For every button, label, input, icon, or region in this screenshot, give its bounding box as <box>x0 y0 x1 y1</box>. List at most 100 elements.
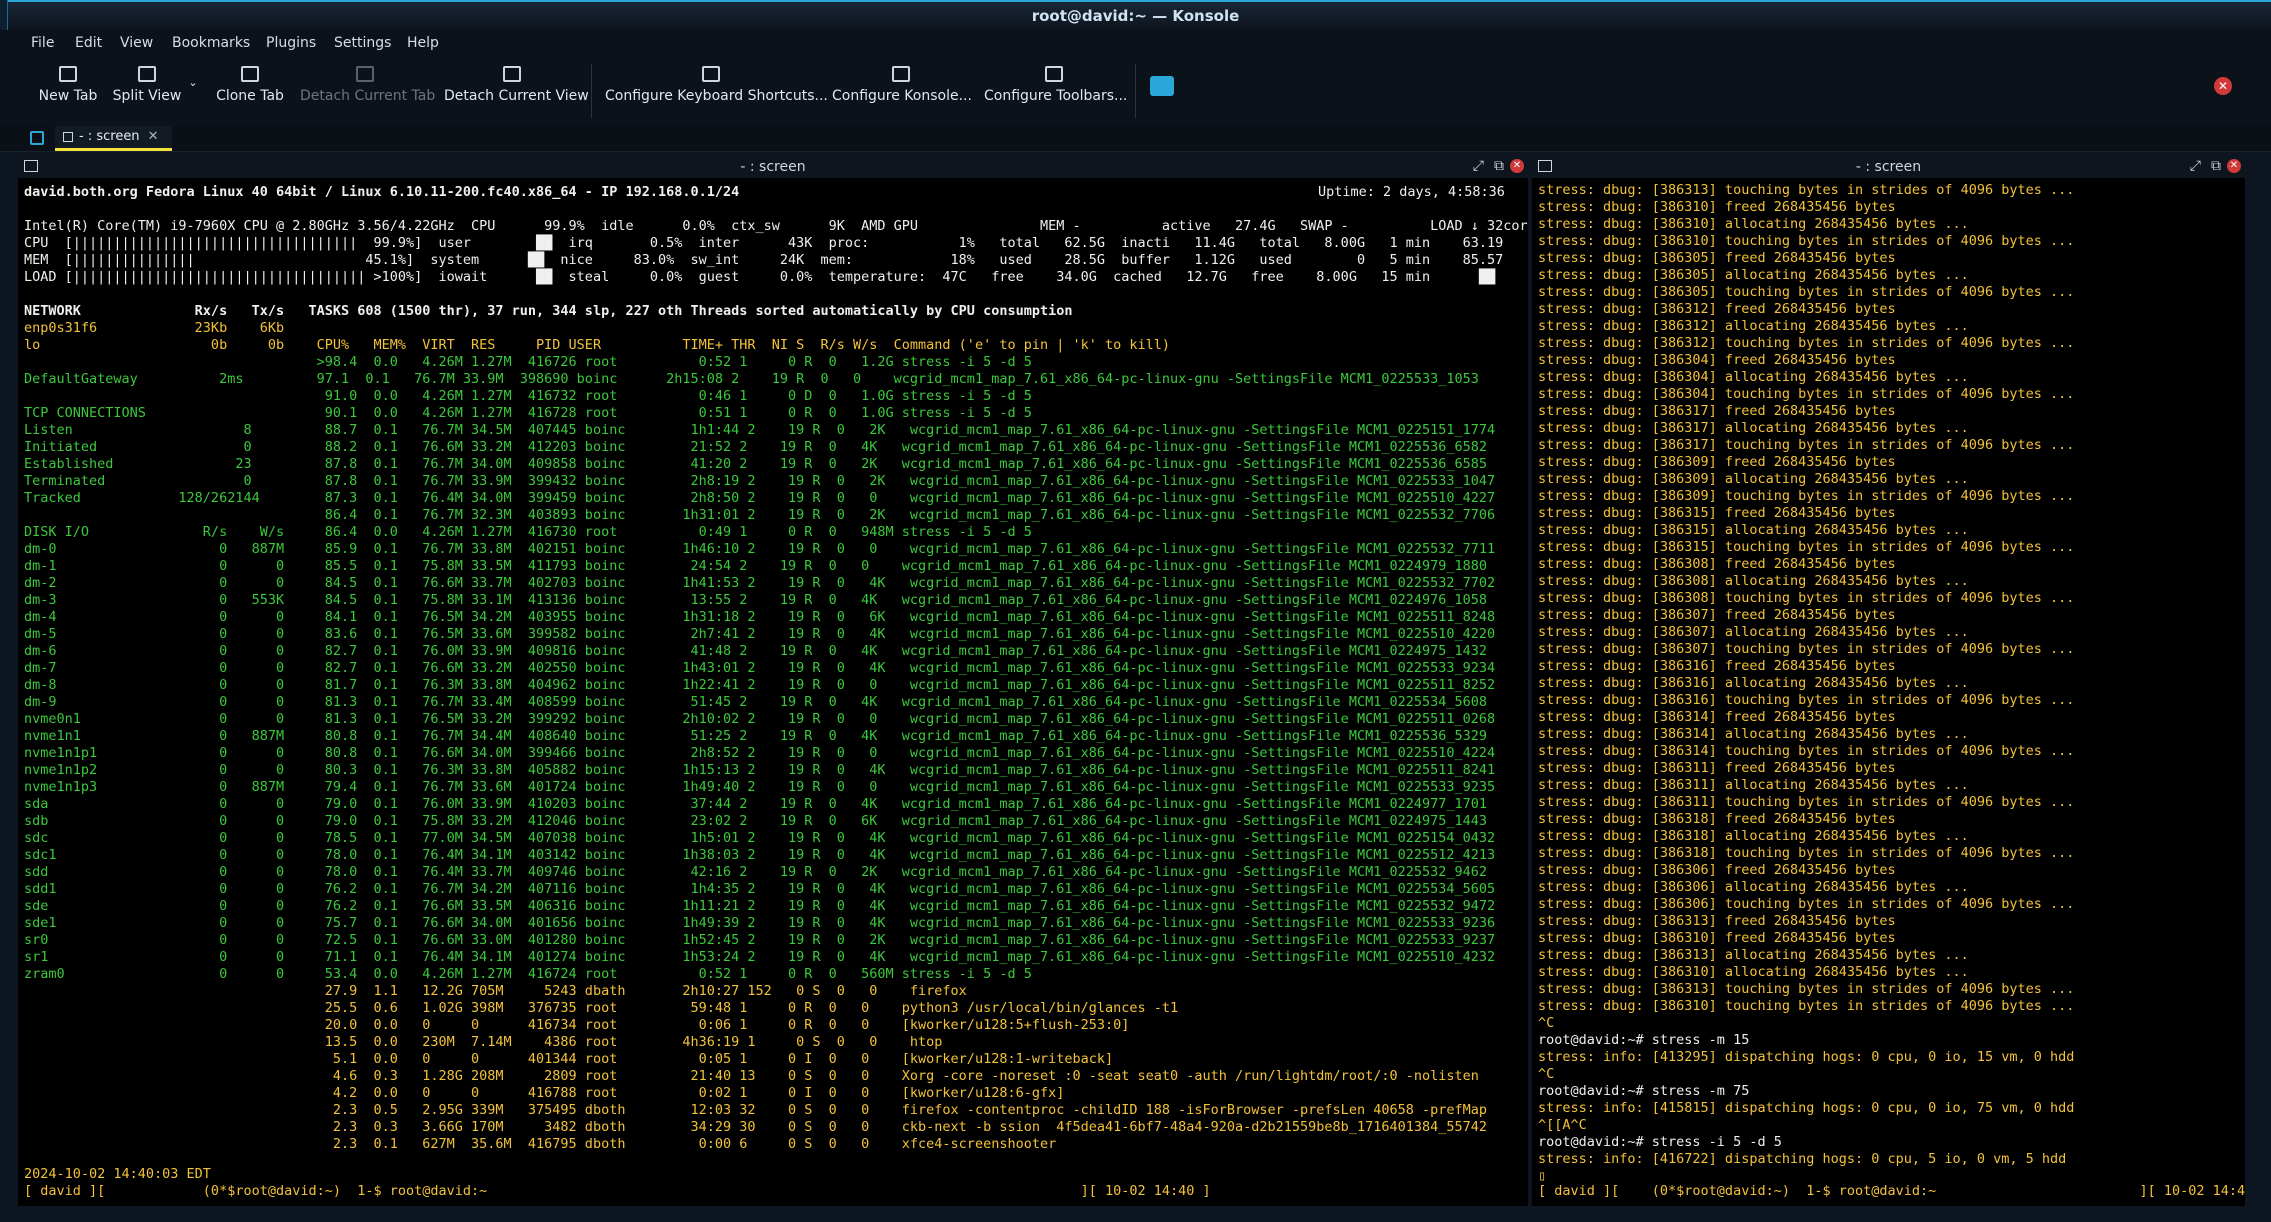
terminal-line: stress: dbug: [386314] allocating 268435… <box>1538 726 1969 742</box>
close-pane-icon[interactable]: ✕ <box>2227 159 2241 173</box>
right-pane-title: - : screen <box>1855 159 1922 175</box>
close-pane-icon[interactable]: ✕ <box>1510 159 1524 173</box>
left-terminal-pane[interactable]: - : screen ⤢ ⧉ ✕ david.both.org Fedora L… <box>18 156 1528 1206</box>
terminal-line: Initiated 0 88.2 0.1 76.6M 33.2M 412203 … <box>24 439 1487 455</box>
maximize-pane-icon[interactable]: ⤢ <box>2190 158 2201 174</box>
terminal-line: stress: dbug: [386318] touching bytes in… <box>1538 845 2075 861</box>
terminal-line: sdd 0 0 78.0 0.1 76.4M 33.7M 409746 boin… <box>24 864 1487 880</box>
terminal-line: dm-3 0 553K 84.5 0.1 75.8M 33.1M 413136 … <box>24 592 1487 608</box>
terminal-line: nvme0n1 0 0 81.3 0.1 76.5M 33.2M 399292 … <box>24 711 1496 727</box>
terminal-line: stress: dbug: [386312] allocating 268435… <box>1538 318 1969 334</box>
terminal-line: stress: dbug: [386304] touching bytes in… <box>1538 386 2075 402</box>
split-view-dropdown-icon[interactable]: ⌄ <box>186 76 200 128</box>
terminal-line: stress: dbug: [386308] touching bytes in… <box>1538 590 2075 606</box>
terminal-line: dm-9 0 0 81.3 0.1 76.7M 33.4M 408599 boi… <box>24 694 1487 710</box>
terminal-line: stress: dbug: [386315] freed 268435456 b… <box>1538 505 1896 521</box>
terminal-line: CPU [|||||||||||||||||||||||||||||||||||… <box>24 235 1504 251</box>
terminal-line: 4.2 0.0 0 0 416788 root 0:02 1 0 I 0 0 [… <box>24 1085 1065 1101</box>
terminal-line: stress: dbug: [386317] freed 268435456 b… <box>1538 403 1896 419</box>
terminal-line: stress: dbug: [386305] freed 268435456 b… <box>1538 250 1896 266</box>
close-tab-icon[interactable]: ✕ <box>148 129 159 144</box>
detach-tab-icon <box>356 66 374 82</box>
terminal-line: stress: dbug: [386306] allocating 268435… <box>1538 879 1969 895</box>
right-pane-header: - : screen ⤢ ⧉ ✕ <box>1532 156 2245 178</box>
detach-pane-icon[interactable]: ⧉ <box>2211 158 2221 174</box>
terminal-line: stress: dbug: [386311] allocating 268435… <box>1538 777 1969 793</box>
split-view-button[interactable]: Split View <box>110 66 184 118</box>
terminal-line: sdb 0 0 79.0 0.1 75.8M 33.2M 412046 boin… <box>24 813 1487 829</box>
terminal-line: DISK I/O R/s W/s 86.4 0.0 4.26M 1.27M 41… <box>24 524 1032 540</box>
detach-pane-icon[interactable]: ⧉ <box>1494 158 1504 174</box>
terminal-line: root@david:~# stress -m 15 <box>1538 1032 1750 1048</box>
terminal-line: 27.9 1.1 12.2G 705M 5243 dbath 2h10:27 1… <box>24 983 967 999</box>
terminal-line: stress: dbug: [386310] freed 268435456 b… <box>1538 930 1896 946</box>
terminal-line: stress: dbug: [386311] touching bytes in… <box>1538 794 2075 810</box>
terminal-line: Listen 8 88.7 0.1 76.7M 34.5M 407445 boi… <box>24 422 1496 438</box>
terminal-line: stress: dbug: [386318] allocating 268435… <box>1538 828 1969 844</box>
toolbar-separator <box>1135 64 1136 118</box>
menu-settings[interactable]: Settings <box>334 35 391 51</box>
terminal-line: stress: dbug: [386313] touching bytes in… <box>1538 981 2075 997</box>
terminal-line: >98.4 0.0 4.26M 1.27M 416726 root 0:52 1… <box>24 354 1032 370</box>
terminal-line: stress: dbug: [386308] allocating 268435… <box>1538 573 1969 589</box>
terminal-line: sr1 0 0 71.1 0.1 76.4M 34.1M 401274 boin… <box>24 949 1496 965</box>
right-terminal-pane[interactable]: - : screen ⤢ ⧉ ✕ stress: dbug: [386313] … <box>1532 156 2245 1206</box>
close-icon[interactable]: ✕ <box>2214 77 2232 95</box>
menu-help[interactable]: Help <box>407 35 439 51</box>
menu-plugins[interactable]: Plugins <box>266 35 316 51</box>
terminal-line: 2.3 0.5 2.95G 339M 375495 dboth 12:03 32… <box>24 1102 1487 1118</box>
terminal-line: stress: dbug: [386310] allocating 268435… <box>1538 964 1969 980</box>
clone-tab-button[interactable]: Clone Tab <box>214 66 286 118</box>
terminal-line: nvme1n1p2 0 0 80.3 0.1 76.3M 33.8M 40588… <box>24 762 1496 778</box>
terminal-line: stress: dbug: [386306] freed 268435456 b… <box>1538 862 1896 878</box>
terminal-line: lo 0b 0b CPU% MEM% VIRT RES PID USER TIM… <box>24 337 1171 353</box>
configure-konsole-button[interactable]: Configure Konsole... <box>832 66 972 118</box>
detach-tab-button[interactable]: Detach Current Tab <box>300 66 435 118</box>
menu-edit[interactable]: Edit <box>75 35 102 51</box>
terminal-line: stress: dbug: [386310] touching bytes in… <box>1538 233 2075 249</box>
terminal-line: dm-5 0 0 83.6 0.1 76.5M 33.6M 399582 boi… <box>24 626 1496 642</box>
glances-uptime: Uptime: 2 days, 4:58:36 <box>1318 184 1505 200</box>
split-view-icon <box>138 66 156 82</box>
tab-screen[interactable]: - : screen ✕ <box>55 126 172 151</box>
terminal-line: dm-8 0 0 81.7 0.1 76.3M 33.8M 404962 boi… <box>24 677 1496 693</box>
terminal-line: stress: dbug: [386316] freed 268435456 b… <box>1538 658 1896 674</box>
left-pane-header: - : screen ⤢ ⧉ ✕ <box>18 156 1528 178</box>
terminal-line: Established 23 87.8 0.1 76.7M 34.0M 4098… <box>24 456 1487 472</box>
terminal-line: TCP CONNECTIONS 90.1 0.0 4.26M 1.27M 416… <box>24 405 1032 421</box>
terminal-line: stress: dbug: [386313] touching bytes in… <box>1538 182 2075 198</box>
configure-toolbars-button[interactable]: Configure Toolbars... <box>984 66 1127 118</box>
terminal-line: stress: dbug: [386318] freed 268435456 b… <box>1538 811 1896 827</box>
terminal-line: stress: dbug: [386312] freed 268435456 b… <box>1538 301 1896 317</box>
terminal-line: zram0 0 0 53.4 0.0 4.26M 1.27M 416724 ro… <box>24 966 1032 982</box>
terminal-line: stress: dbug: [386305] allocating 268435… <box>1538 267 1969 283</box>
tab-bar: - : screen ✕ <box>0 126 2271 152</box>
terminal-icon <box>63 131 73 142</box>
terminal-line: nvme1n1p3 0 887M 79.4 0.1 76.7M 33.6M 40… <box>24 779 1496 795</box>
new-tab-menu-icon[interactable] <box>30 131 44 145</box>
terminal-line: stress: dbug: [386310] allocating 268435… <box>1538 216 1969 232</box>
terminal-line: NETWORK Rx/s Tx/s TASKS 608 (1500 thr), … <box>24 303 1073 319</box>
terminal-line: ^C <box>1538 1066 1555 1082</box>
terminal-line: stress: dbug: [386309] allocating 268435… <box>1538 471 1969 487</box>
terminal-line: stress: dbug: [386317] touching bytes in… <box>1538 437 2075 453</box>
glances-datetime: 2024-10-02 14:40:03 EDT <box>24 1166 211 1182</box>
maximize-pane-icon[interactable]: ⤢ <box>1473 158 1484 174</box>
folder-icon[interactable] <box>1150 76 1174 96</box>
terminal-line: stress: dbug: [386312] touching bytes in… <box>1538 335 2075 351</box>
terminal-line: DefaultGateway 2ms 97.1 0.1 76.7M 33.9M … <box>24 371 1479 387</box>
terminal-line: stress: dbug: [386310] touching bytes in… <box>1538 998 2075 1014</box>
tab-label: - : screen <box>79 129 140 144</box>
menu-bookmarks[interactable]: Bookmarks <box>172 35 250 51</box>
new-tab-button[interactable]: New Tab <box>36 66 100 118</box>
configure-keyboard-button[interactable]: Configure Keyboard Shortcuts... <box>605 66 828 118</box>
terminal-line: MEM [||||||||||||||| 45.1%] system ██ ni… <box>24 252 1504 268</box>
terminal-line: 2.3 0.3 3.66G 170M 3482 dboth 34:29 30 0… <box>24 1119 1487 1135</box>
screen-status-line: [ david ][ (0*$root@david:~) 1-$ root@da… <box>1538 1183 2245 1199</box>
menu-view[interactable]: View <box>120 35 153 51</box>
detach-view-button[interactable]: Detach Current View <box>444 66 589 118</box>
terminal-line: root@david:~# stress -m 75 <box>1538 1083 1750 1099</box>
terminal-line: stress: dbug: [386314] touching bytes in… <box>1538 743 2075 759</box>
menu-file[interactable]: File <box>31 35 54 51</box>
terminal-line: Terminated 0 87.8 0.1 76.7M 33.9M 399432… <box>24 473 1496 489</box>
